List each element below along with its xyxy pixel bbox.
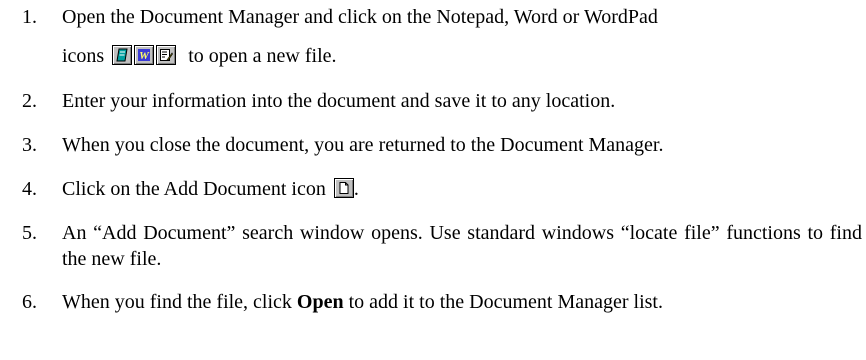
step-text: An “Add Document” search window opens. U… (62, 222, 862, 270)
step-number: 4. (22, 178, 37, 200)
svg-text:W: W (139, 50, 150, 62)
icons-label: icons (62, 45, 105, 67)
word-icon[interactable]: W (134, 45, 155, 65)
step-text: Open the Document Manager and click on t… (62, 6, 658, 28)
wordpad-icon[interactable] (156, 45, 177, 65)
step-text: When you close the document, you are ret… (62, 134, 664, 156)
step-number: 5. (22, 222, 37, 244)
add-document-icon[interactable] (333, 178, 354, 198)
notepad-icon[interactable] (112, 45, 133, 65)
step-number: 3. (22, 134, 37, 156)
editor-icon-group: W (112, 43, 178, 69)
step-number: 6. (22, 291, 37, 313)
step-number: 2. (22, 90, 37, 112)
step-text: Enter your information into the document… (62, 90, 616, 112)
step-number: 1. (22, 6, 37, 28)
step-text-end: to add it to the Document Manager list. (348, 291, 663, 313)
step-text: When you find the file, click (62, 291, 292, 313)
step-text-continued: to open a new file. (188, 45, 337, 67)
step-5: 5. An “Add Document” search window opens… (0, 220, 866, 272)
step-text: Click on the Add Document icon (62, 178, 326, 200)
step-text-end: . (353, 178, 359, 200)
open-keyword: Open (296, 291, 344, 313)
instruction-list: 1. Open the Document Manager and click o… (0, 0, 866, 360)
